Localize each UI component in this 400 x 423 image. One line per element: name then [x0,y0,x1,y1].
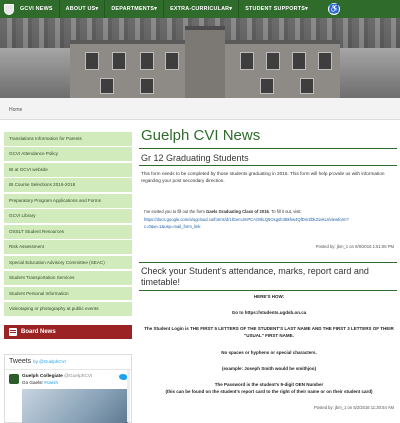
form-name: Gaels Graduating Class of 2016 [206,209,269,214]
hero-window [112,52,126,70]
howto-heading: HERE'S HOW: [253,294,285,299]
sidebar-link-attendance-policy[interactable]: GCVI Attendance Policy [4,147,132,162]
invite-prefix: I've invited you to fill out the form [144,209,207,214]
howto-example: (example: Joseph Smith would be smithjoo… [221,366,316,371]
hero-banner-image [0,18,400,98]
hero-window [318,52,332,70]
hero-tower [185,26,225,98]
avatar[interactable] [9,374,19,384]
news-icon [9,328,17,336]
tweets-by-link[interactable]: by @GuelphCVI [33,359,66,364]
sidebar-link-ib-course-selections[interactable]: IB Course Selections 2016-2018 [4,178,132,193]
tweet-hashtag[interactable]: #swish [44,380,58,385]
tweets-header: Tweets by @GuelphCVI [9,358,66,365]
page-title: Guelph CVI News [141,127,261,144]
tweets-title: Tweets [9,358,32,365]
sidebar-link-transportation[interactable]: Student Transportation Services [4,271,132,285]
nav-gcvi-news[interactable]: GCVI NEWS [14,0,59,18]
sidebar-link-risk-assessment[interactable]: Risk Assessment [4,240,132,254]
sidebar: Translations Information for Parents GCV… [4,132,132,318]
howto-no-spaces: No spaces or hyphens or special characte… [221,350,317,355]
post-divider [139,262,397,263]
sidebar-link-ib-website[interactable]: IB at GCVI website [4,162,132,177]
title-divider [139,148,397,149]
form-url-link[interactable]: https://docs.google.com/a/ugcloud.ca/for… [144,217,396,230]
sidebar-link-preparatory-program[interactable]: Preparatory Program Applications and For… [4,193,132,208]
post-divider [139,290,397,291]
howto-password: The Password is the student's 9-digit OE… [214,382,324,387]
tweet-body: Go Gaels! [22,380,43,385]
sidebar-link-library[interactable]: GCVI Library [4,209,132,224]
post-meta-attendance: Posted by: jbm_1 on 5/2/2016 11:30:54 AM [313,405,394,410]
scrollbar[interactable] [127,370,130,422]
sidebar-link-personal-information[interactable]: Student Personal Information [4,286,132,301]
hero-window [85,52,99,70]
post-body-graduating: This form needs to be completed by those… [141,171,385,183]
tweet-text: Go Gaels! #swish [22,380,58,385]
nav-extra-curricular[interactable]: EXTRA-CURRICULAR▾ [164,0,238,18]
howto-password-note: (this can be found on the student's repo… [165,389,373,394]
breadcrumb: Home [0,98,400,120]
twitter-bird-icon[interactable] [119,374,127,380]
twitter-widget: Tweets by @GuelphCVI Guelph Collegiate @… [4,354,132,423]
hero-window [140,52,154,70]
hero-window [266,52,280,70]
tweet-author[interactable]: Guelph Collegiate @GuelphCVI [22,374,92,379]
post-title-graduating[interactable]: Gr 12 Graduating Students [141,153,249,163]
howto-url[interactable]: Go to https://students.ugdsb.on.ca [141,310,397,317]
divider [5,369,131,370]
hero-window [260,78,274,94]
post-invite-text: I've invited you to fill out the form Ga… [144,209,396,216]
sidebar-link-seac[interactable]: Special Education Advisory Committee (SE… [4,255,132,270]
post-title-attendance[interactable]: Check your Student's attendance, marks, … [141,266,391,288]
nav-about-us[interactable]: ABOUT US▾ [60,0,105,18]
breadcrumb-home[interactable]: Home [9,107,22,113]
tweet-author-name: Guelph Collegiate [22,374,63,379]
school-crest-logo[interactable] [4,3,14,15]
howto-login-rule: The Student Login is THE FIRST 5 LETTERS… [144,326,394,338]
invite-suffix: . To fill it out, visit: [268,209,302,214]
nav-departments[interactable]: DEPARTMENTS▾ [105,0,163,18]
tweet-author-handle: @GuelphCVI [64,374,93,379]
board-news-label: Board News [21,329,56,335]
nav-student-supports[interactable]: STUDENT SUPPORTS▾ [239,0,314,18]
hero-window [165,52,179,70]
hero-window [140,78,154,94]
post-divider [139,165,397,166]
sidebar-link-translations[interactable]: Translations Information for Parents [4,132,132,146]
tweet-photo[interactable] [22,389,128,423]
board-news-button[interactable]: Board News [4,325,132,339]
accessibility-icon[interactable]: ♿ [328,3,340,15]
hero-window [292,52,306,70]
top-nav: GCVI NEWS ABOUT US▾ DEPARTMENTS▾ EXTRA-C… [0,0,400,18]
hero-window [300,78,314,94]
sidebar-link-osslt-resources[interactable]: OSSLT Student Resources [4,224,132,239]
hero-window [240,52,254,70]
sidebar-link-videotaping[interactable]: Videotaping or photography at public eve… [4,302,132,316]
hero-window [100,78,114,94]
post-meta-graduating: Posted by: jbm_1 on 6/9/2016 1:51:06 PM [315,244,394,249]
